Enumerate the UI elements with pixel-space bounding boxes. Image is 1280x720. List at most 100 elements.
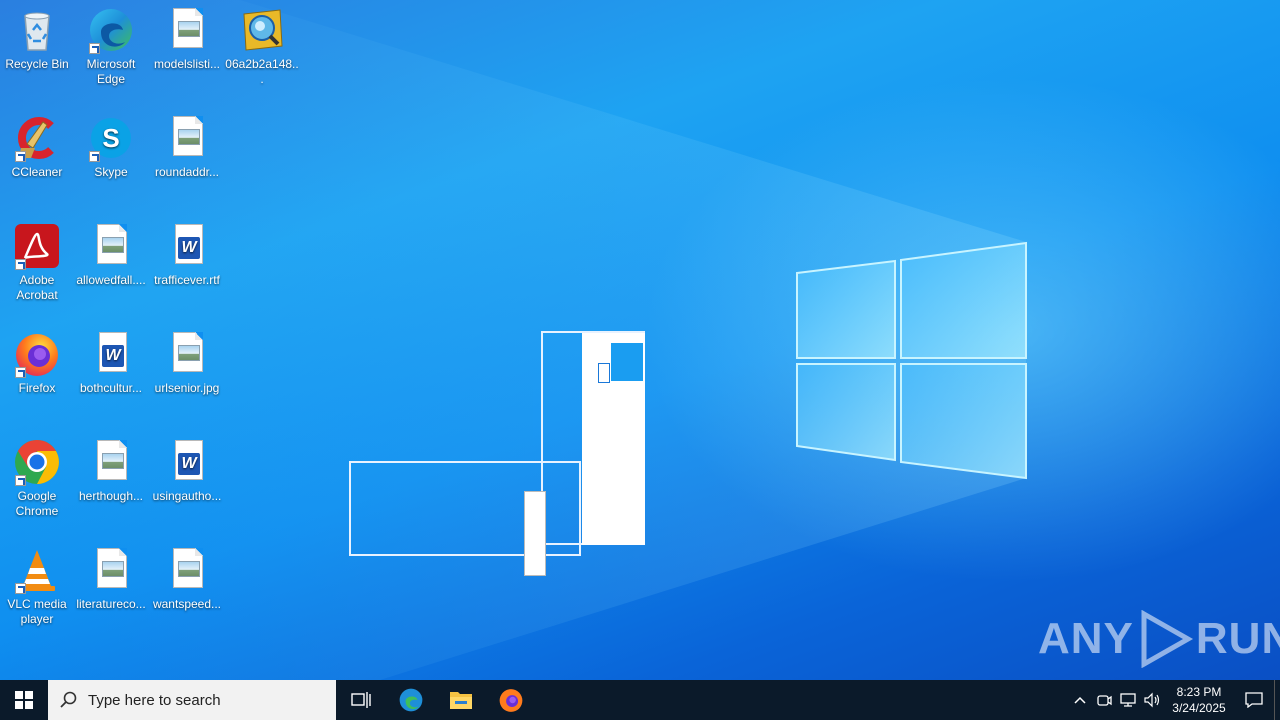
meet-now-icon: [1097, 695, 1112, 706]
desktop-icon-usingautho[interactable]: W usingautho...: [150, 432, 224, 532]
network-button[interactable]: [1116, 680, 1140, 720]
svg-text:S: S: [102, 123, 119, 153]
chevron-up-icon: [1074, 696, 1086, 704]
icon-label: roundaddr...: [154, 165, 220, 179]
icon-label: usingautho...: [152, 489, 222, 503]
taskbar-firefox-button[interactable]: [486, 680, 536, 720]
window-artifact-bar: [524, 491, 546, 576]
image-file-icon: [163, 546, 211, 594]
system-tray: 8:23 PM 3/24/2025: [1068, 680, 1280, 720]
icon-label: Adobe Acrobat: [16, 273, 58, 302]
volume-button[interactable]: [1140, 680, 1164, 720]
desktop-icon-microsoft-edge[interactable]: Microsoft Edge: [74, 0, 148, 100]
edge-icon: [87, 6, 135, 54]
shortcut-arrow-icon: [89, 43, 100, 54]
desktop-icon-ccleaner[interactable]: CCleaner: [0, 108, 74, 208]
notification-icon: [1245, 692, 1263, 708]
folder-icon: [450, 692, 472, 709]
desktop-icon-recycle-bin[interactable]: Recycle Bin: [0, 0, 74, 100]
desktop-icon-allowedfall[interactable]: allowedfall....: [74, 216, 148, 316]
shortcut-arrow-icon: [15, 151, 26, 162]
chrome-icon: [13, 438, 61, 486]
icon-label: allowedfall....: [76, 273, 146, 287]
search-icon: [60, 691, 77, 708]
vlc-icon: [13, 546, 61, 594]
icon-label: CCleaner: [11, 165, 63, 179]
taskbar-clock[interactable]: 8:23 PM 3/24/2025: [1164, 684, 1234, 716]
icon-label: wantspeed...: [152, 597, 222, 611]
icon-label: urlsenior.jpg: [154, 381, 220, 395]
icon-label: trafficever.rtf: [154, 273, 220, 287]
windows-logo-icon: [15, 691, 33, 709]
icon-label: herthough...: [78, 489, 144, 503]
window-artifact-inner: [609, 341, 645, 383]
ccleaner-icon: [13, 114, 61, 162]
play-triangle-icon: [1141, 610, 1193, 668]
desktop-icon-google-chrome[interactable]: Google Chrome: [0, 432, 74, 532]
shortcut-arrow-icon: [15, 583, 26, 594]
shortcut-arrow-icon: [89, 151, 100, 162]
desktop-icon-trafficever[interactable]: W trafficever.rtf: [150, 216, 224, 316]
taskbar-edge-button[interactable]: [386, 680, 436, 720]
task-view-icon: [351, 692, 371, 708]
search-placeholder: Type here to search: [88, 691, 221, 709]
icon-label: bothcultur...: [79, 381, 143, 395]
icon-label: Recycle Bin: [5, 57, 69, 71]
word-doc-icon: W: [163, 222, 211, 270]
desktop-icon-firefox[interactable]: Firefox: [0, 324, 74, 424]
watermark-text-right: RUN: [1195, 614, 1280, 663]
image-file-icon: [87, 222, 135, 270]
skype-icon: S: [87, 114, 135, 162]
watermark-text-left: ANY: [1038, 614, 1134, 663]
clock-time: 8:23 PM: [1176, 685, 1222, 699]
recycle-bin-icon: [13, 6, 61, 54]
app-icon: [238, 6, 286, 54]
network-icon: [1120, 693, 1136, 707]
icon-label: VLC media player: [7, 597, 67, 626]
show-desktop-button[interactable]: [1274, 680, 1280, 720]
image-file-icon: [87, 438, 135, 486]
taskbar-search-box[interactable]: Type here to search: [48, 680, 336, 720]
shortcut-arrow-icon: [15, 475, 26, 486]
desktop-icon-vlc[interactable]: VLC media player: [0, 540, 74, 640]
icon-label: literatureco...: [76, 597, 146, 611]
icon-label: Microsoft Edge: [86, 57, 136, 86]
action-center-button[interactable]: [1234, 680, 1274, 720]
image-file-icon: [163, 330, 211, 378]
speaker-icon: [1144, 692, 1160, 708]
firefox-icon: [499, 689, 523, 712]
firefox-icon: [13, 330, 61, 378]
desktop-icon-adobe-acrobat[interactable]: Adobe Acrobat: [0, 216, 74, 316]
taskbar: Type here to search 8:23 PM 3/24/2025: [0, 680, 1280, 720]
start-button[interactable]: [0, 680, 48, 720]
image-file-icon: [87, 546, 135, 594]
desktop-icon-urlsenior[interactable]: urlsenior.jpg: [150, 324, 224, 424]
icon-label: Skype: [94, 165, 128, 179]
clock-date: 3/24/2025: [1172, 701, 1226, 715]
icon-label: modelslisti...: [153, 57, 221, 71]
meet-now-button[interactable]: [1092, 680, 1116, 720]
desktop-icon-herthough[interactable]: herthough...: [74, 432, 148, 532]
icon-label: Google Chrome: [15, 489, 59, 518]
icon-label: 06a2b2a148...: [225, 57, 299, 86]
desktop-icon-modelslisti[interactable]: modelslisti...: [150, 0, 224, 100]
image-file-icon: [163, 6, 211, 54]
anyrun-watermark: ANY RUN: [1038, 610, 1280, 668]
desktop-icon-wantspeed[interactable]: wantspeed...: [150, 540, 224, 640]
desktop-icon-skype[interactable]: S Skype: [74, 108, 148, 208]
edge-icon: [399, 688, 423, 712]
shortcut-arrow-icon: [15, 367, 26, 378]
window-artifact-checkbox: [598, 363, 610, 383]
window-artifact-rect: [349, 461, 581, 556]
desktop-icon-literatureco[interactable]: literatureco...: [74, 540, 148, 640]
desktop-icon-06a2b2a148[interactable]: 06a2b2a148...: [225, 0, 299, 100]
desktop-icon-bothcultur[interactable]: W bothcultur...: [74, 324, 148, 424]
shortcut-arrow-icon: [15, 259, 26, 270]
icon-label: Firefox: [18, 381, 56, 395]
taskbar-file-explorer-button[interactable]: [436, 680, 486, 720]
desktop-icon-roundaddr[interactable]: roundaddr...: [150, 108, 224, 208]
word-doc-icon: W: [163, 438, 211, 486]
word-doc-icon: W: [87, 330, 135, 378]
task-view-button[interactable]: [336, 680, 386, 720]
show-hidden-icons-button[interactable]: [1068, 680, 1092, 720]
